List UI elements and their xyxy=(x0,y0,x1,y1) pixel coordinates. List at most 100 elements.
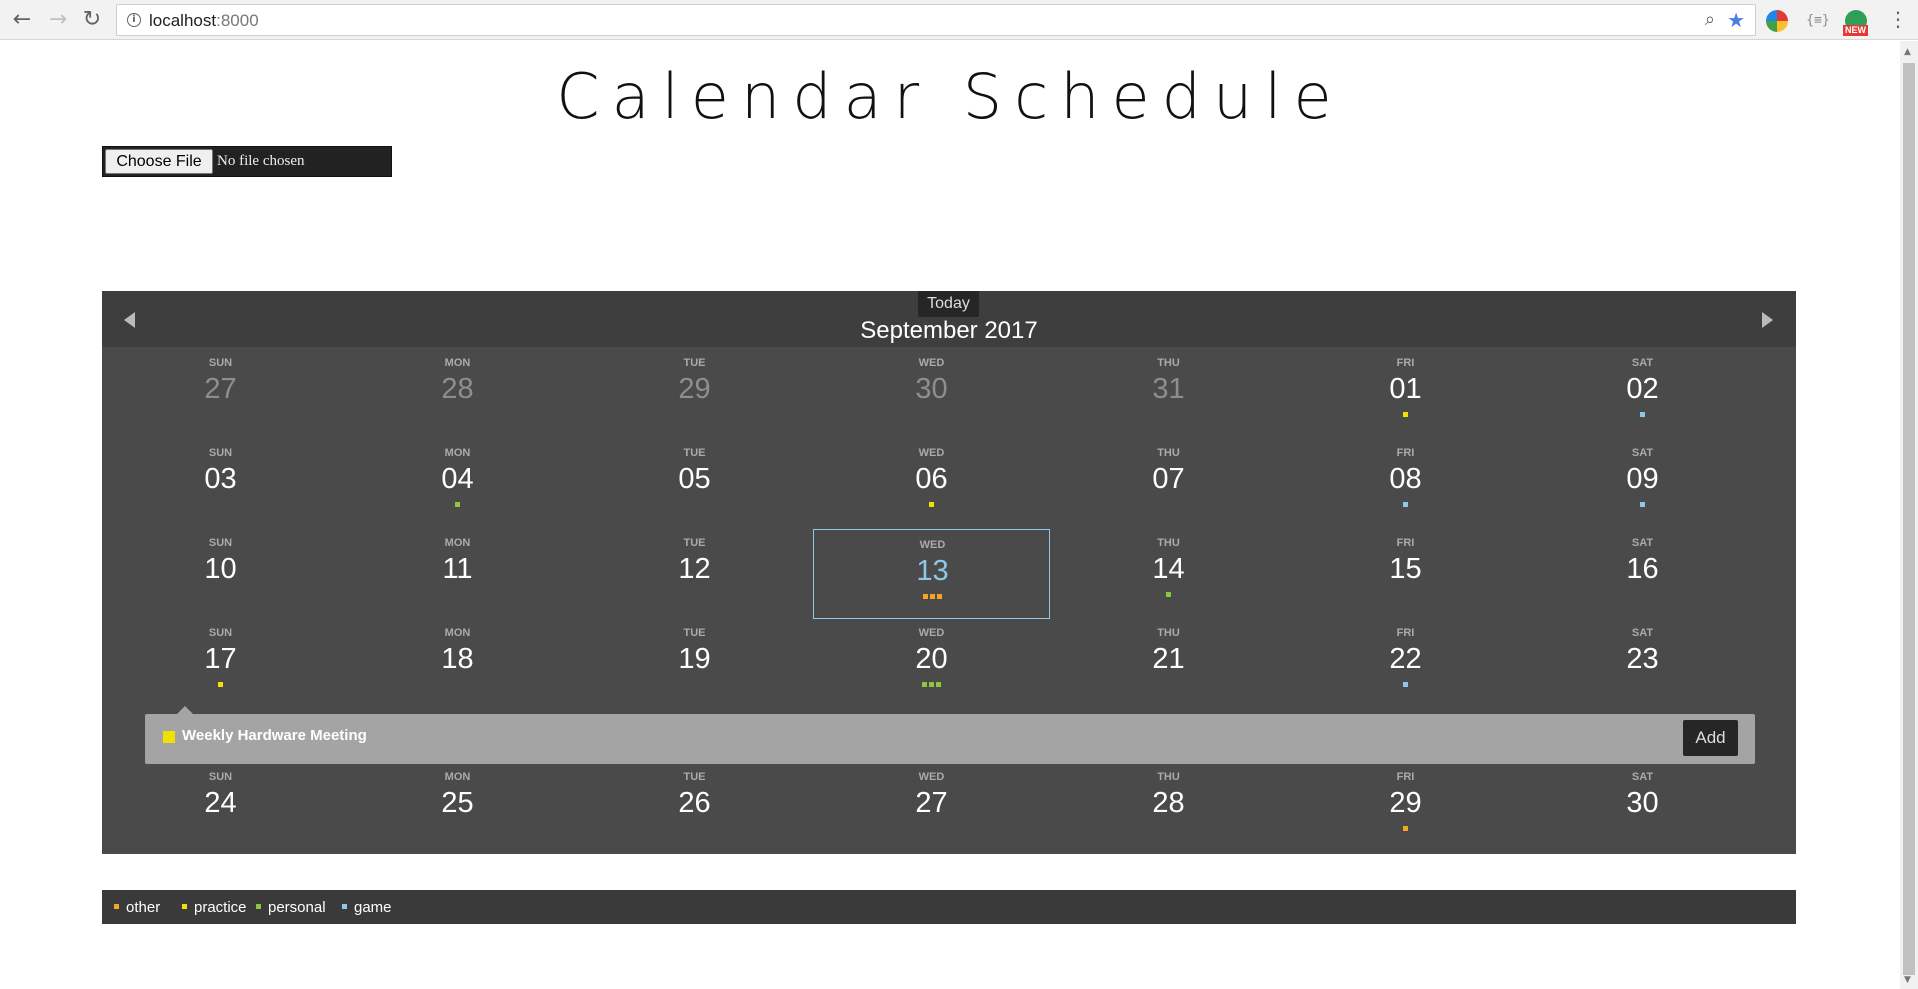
legend-swatch xyxy=(114,903,119,909)
day-of-week-label: WED xyxy=(918,771,945,783)
day-of-week-label: TUE xyxy=(683,357,706,369)
event-title[interactable]: Weekly Hardware Meeting xyxy=(182,727,367,744)
color-picker-extension-icon[interactable] xyxy=(1766,10,1788,32)
calendar-day[interactable]: SUN 27 xyxy=(102,347,339,437)
bookmark-star-icon[interactable]: ★ xyxy=(1727,8,1745,32)
day-of-week-label: SAT xyxy=(1631,447,1654,459)
calendar-day[interactable]: FRI 15 xyxy=(1287,527,1524,617)
calendar-day[interactable]: SAT 02 xyxy=(1524,347,1761,437)
day-of-week-label: THU xyxy=(1157,771,1180,783)
scroll-up-arrow-icon[interactable]: ▲ xyxy=(1904,47,1911,57)
page-scrollbar[interactable]: ▲ ▼ xyxy=(1900,41,1918,989)
calendar-day[interactable]: TUE 26 xyxy=(576,761,813,851)
today-button[interactable]: Today xyxy=(918,291,979,317)
calendar-day[interactable]: THU 07 xyxy=(1050,437,1287,527)
calendar-day[interactable]: SAT 09 xyxy=(1524,437,1761,527)
event-dot-game xyxy=(1640,502,1645,507)
day-of-week-label: FRI xyxy=(1396,447,1415,459)
address-bar[interactable]: i localhost:8000 ⌕ ★ xyxy=(116,4,1756,36)
event-dot-game xyxy=(1403,682,1408,687)
calendar-day[interactable]: THU 28 xyxy=(1050,761,1287,851)
day-of-week-label: SUN xyxy=(208,771,233,783)
event-dot-game xyxy=(1403,502,1408,507)
calendar-day[interactable]: WED 13 xyxy=(813,529,1050,619)
day-number: 28 xyxy=(1152,787,1185,819)
calendar-day[interactable]: SAT 16 xyxy=(1524,527,1761,617)
choose-file-button[interactable]: Choose File xyxy=(105,149,213,174)
info-icon[interactable]: i xyxy=(127,13,141,27)
day-number: 25 xyxy=(441,787,474,819)
event-dot-other xyxy=(923,594,928,599)
scroll-down-arrow-icon[interactable]: ▼ xyxy=(1904,975,1911,985)
calendar-day[interactable]: SUN 03 xyxy=(102,437,339,527)
url-host: localhost xyxy=(149,11,217,30)
day-number: 29 xyxy=(1389,787,1422,819)
calendar-day[interactable]: FRI 01 xyxy=(1287,347,1524,437)
back-icon[interactable]: ← xyxy=(10,8,34,32)
day-of-week-label: THU xyxy=(1157,537,1180,549)
forward-icon[interactable]: → xyxy=(46,8,70,32)
day-of-week-label: MON xyxy=(444,771,471,783)
calendar-day[interactable]: MON 18 xyxy=(339,617,576,707)
event-dot-personal xyxy=(455,502,460,507)
json-extension-icon[interactable]: {≡} xyxy=(1806,10,1830,32)
calendar-day[interactable]: FRI 22 xyxy=(1287,617,1524,707)
calendar-day[interactable]: SUN 10 xyxy=(102,527,339,617)
day-of-week-label: FRI xyxy=(1396,627,1415,639)
calendar-day[interactable]: THU 21 xyxy=(1050,617,1287,707)
add-event-button[interactable]: Add xyxy=(1683,720,1738,756)
day-number: 13 xyxy=(916,555,949,587)
day-number: 17 xyxy=(204,643,237,675)
day-number: 20 xyxy=(915,643,948,675)
day-number: 03 xyxy=(204,463,237,495)
day-number: 26 xyxy=(678,787,711,819)
calendar-day[interactable]: SUN 17 xyxy=(102,617,339,707)
day-of-week-label: SUN xyxy=(208,537,233,549)
event-dots xyxy=(102,680,339,687)
calendar-day[interactable]: SUN 24 xyxy=(102,761,339,851)
calendar-day[interactable]: TUE 19 xyxy=(576,617,813,707)
prev-month-arrow-icon[interactable] xyxy=(124,312,135,328)
file-input[interactable]: Choose File No file chosen xyxy=(102,146,392,177)
calendar-day[interactable]: MON 11 xyxy=(339,527,576,617)
day-of-week-label: SAT xyxy=(1631,537,1654,549)
reload-icon[interactable]: ↻ xyxy=(80,8,104,32)
day-number: 15 xyxy=(1389,553,1422,585)
scroll-thumb[interactable] xyxy=(1903,63,1915,975)
browser-menu-icon[interactable]: ⋮ xyxy=(1888,6,1908,32)
calendar-day[interactable]: WED 27 xyxy=(813,761,1050,851)
legend-label: game xyxy=(354,899,392,916)
calendar-day[interactable]: MON 25 xyxy=(339,761,576,851)
calendar-day[interactable]: WED 06 xyxy=(813,437,1050,527)
calendar-day[interactable]: SAT 30 xyxy=(1524,761,1761,851)
calendar-day[interactable]: SAT 23 xyxy=(1524,617,1761,707)
calendar-day[interactable]: THU 14 xyxy=(1050,527,1287,617)
event-dot-personal xyxy=(936,682,941,687)
calendar-day[interactable]: TUE 12 xyxy=(576,527,813,617)
day-number: 05 xyxy=(678,463,711,495)
event-dot-other xyxy=(937,594,942,599)
day-of-week-label: MON xyxy=(444,537,471,549)
day-number: 19 xyxy=(678,643,711,675)
calendar-day[interactable]: THU 31 xyxy=(1050,347,1287,437)
url-text[interactable]: localhost:8000 xyxy=(149,11,259,31)
calendar-day[interactable]: WED 30 xyxy=(813,347,1050,437)
calendar-day[interactable]: TUE 29 xyxy=(576,347,813,437)
day-of-week-label: MON xyxy=(444,357,471,369)
event-dots xyxy=(1524,500,1761,507)
legend-item-other: other xyxy=(114,899,160,916)
calendar-day[interactable]: FRI 08 xyxy=(1287,437,1524,527)
day-of-week-label: THU xyxy=(1157,357,1180,369)
zoom-icon[interactable]: ⌕ xyxy=(1705,9,1715,30)
legend-item-practice: practice xyxy=(182,899,247,916)
legend-swatch xyxy=(256,903,261,909)
calendar-day[interactable]: MON 28 xyxy=(339,347,576,437)
calendar-day[interactable]: MON 04 xyxy=(339,437,576,527)
calendar-day[interactable]: WED 20 xyxy=(813,617,1050,707)
next-month-arrow-icon[interactable] xyxy=(1762,312,1773,328)
calendar-day[interactable]: FRI 29 xyxy=(1287,761,1524,851)
day-of-week-label: SAT xyxy=(1631,627,1654,639)
day-of-week-label: SUN xyxy=(208,447,233,459)
calendar-day[interactable]: TUE 05 xyxy=(576,437,813,527)
day-number: 09 xyxy=(1626,463,1659,495)
